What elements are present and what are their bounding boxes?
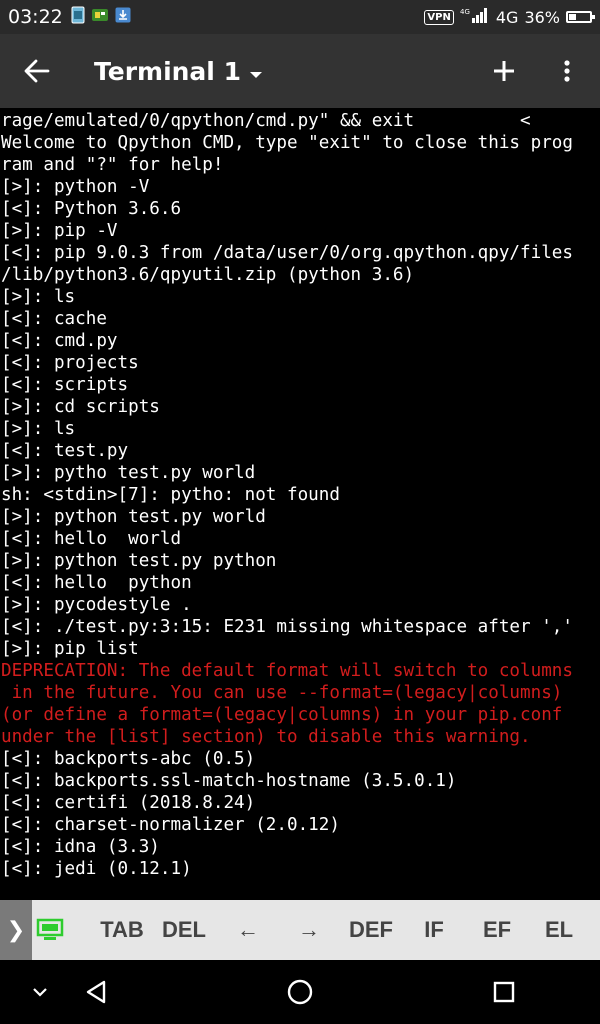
key-del[interactable]: DEL	[158, 900, 210, 960]
terminal-output[interactable]: rage/emulated/0/qpython/cmd.py" && exit …	[0, 110, 600, 898]
caret-down-icon[interactable]	[249, 64, 263, 83]
triangle-back-icon	[86, 980, 106, 1004]
app-notification-icon	[91, 7, 109, 27]
terminal-line: [<]: backports-abc (0.5)	[1, 749, 256, 769]
terminal-line: [<]: backports.ssl-match-hostname (3.5.0…	[1, 771, 457, 791]
nav-home-button[interactable]	[280, 960, 320, 1024]
extra-keys-bar: ❯ TAB DEL ← → DEF IF EF EL	[0, 900, 600, 960]
sim-card-icon	[71, 6, 85, 28]
more-vert-icon	[564, 60, 570, 82]
terminal-line: [>]: pip -V	[1, 221, 118, 241]
terminal-line: rage/emulated/0/qpython/cmd.py" && exit …	[1, 111, 531, 131]
svg-text:4G: 4G	[460, 8, 470, 16]
keyboard-icon[interactable]	[32, 900, 68, 960]
battery-icon	[566, 11, 595, 23]
terminal-warning-line: under the [list] section) to disable thi…	[1, 727, 531, 747]
terminal-line: [<]: certifi (2018.8.24)	[1, 793, 256, 813]
chevron-down-icon	[33, 988, 47, 997]
terminal-line: [<]: charset-normalizer (2.0.12)	[1, 815, 340, 835]
terminal-line: [<]: scripts	[1, 375, 129, 395]
terminal-line: [<]: idna (3.3)	[1, 837, 160, 857]
key-def[interactable]: DEF	[344, 900, 398, 960]
terminal-line: [>]: ls	[1, 287, 76, 307]
terminal-line: ram and "?" for help!	[1, 155, 224, 175]
key-if[interactable]: IF	[414, 900, 454, 960]
terminal-line: [<]: cache	[1, 309, 107, 329]
key-tab[interactable]: TAB	[96, 900, 148, 960]
terminal-line: [>]: pip list	[1, 639, 139, 659]
hide-nav-button[interactable]	[20, 960, 60, 1024]
terminal-line: [<]: hello python	[1, 573, 192, 593]
status-time: 03:22	[8, 6, 63, 28]
signal-icon: 4G	[460, 7, 490, 27]
status-bar: 03:22 VPN 4G 4G 36%	[0, 0, 600, 34]
key-ef[interactable]: EF	[474, 900, 520, 960]
expand-keys-button[interactable]: ❯	[0, 900, 32, 960]
terminal-line: [>]: ls	[1, 419, 76, 439]
battery-percent: 36%	[524, 7, 560, 27]
terminal-warning-line: (or define a format=(legacy|columns) in …	[1, 705, 563, 725]
terminal-line: Welcome to Qpython CMD, type "exit" to c…	[1, 133, 573, 153]
nav-back-button[interactable]	[76, 960, 116, 1024]
terminal-line: sh: <stdin>[7]: pytho: not found	[1, 485, 340, 505]
vpn-indicator: VPN	[424, 9, 454, 25]
back-button[interactable]	[0, 34, 74, 108]
circle-home-icon	[287, 979, 313, 1005]
terminal-line: [>]: python -V	[1, 177, 150, 197]
arrow-back-icon	[24, 59, 50, 83]
terminal-line: [<]: hello world	[1, 529, 182, 549]
square-recents-icon	[493, 981, 515, 1003]
terminal-line: [>]: cd scripts	[1, 397, 160, 417]
terminal-title[interactable]: Terminal 1	[94, 57, 241, 86]
terminal-warning-line: DEPRECATION: The default format will swi…	[1, 661, 573, 681]
key-el[interactable]: EL	[536, 900, 582, 960]
terminal-line: [>]: python test.py python	[1, 551, 277, 571]
more-options-button[interactable]	[540, 34, 594, 108]
key-left-arrow[interactable]: ←	[226, 900, 270, 960]
key-right-arrow[interactable]: →	[286, 900, 332, 960]
app-bar: Terminal 1	[0, 34, 600, 108]
terminal-line: [<]: projects	[1, 353, 139, 373]
system-nav-bar	[0, 960, 600, 1024]
terminal-line: [<]: cmd.py	[1, 331, 118, 351]
terminal-line: /lib/python3.6/qpyutil.zip (python 3.6)	[1, 265, 415, 285]
nav-recents-button[interactable]	[484, 960, 524, 1024]
terminal-line: [<]: jedi (0.12.1)	[1, 859, 192, 879]
terminal-line: [>]: pycodestyle .	[1, 595, 192, 615]
add-terminal-button[interactable]	[476, 34, 532, 108]
terminal-line: [<]: ./test.py:3:15: E231 missing whites…	[1, 617, 573, 637]
network-type: 4G	[495, 7, 519, 27]
terminal-line: [>]: python test.py world	[1, 507, 266, 527]
download-icon	[115, 7, 131, 27]
terminal-line: [>]: pytho test.py world	[1, 463, 256, 483]
terminal-warning-line: in the future. You can use --format=(leg…	[1, 683, 563, 703]
terminal-line: [<]: test.py	[1, 441, 129, 461]
plus-icon	[494, 61, 514, 81]
terminal-line: [<]: Python 3.6.6	[1, 199, 182, 219]
terminal-line: [<]: pip 9.0.3 from /data/user/0/org.qpy…	[1, 243, 573, 263]
